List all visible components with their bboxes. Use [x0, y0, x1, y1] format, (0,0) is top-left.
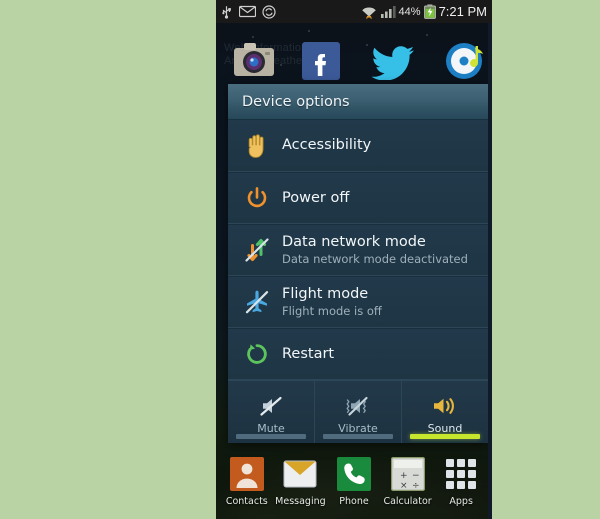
dock-label: Contacts: [225, 496, 268, 507]
page-root: Web Informationz.com AndroidWeather.com: [0, 0, 600, 519]
twitter-app-icon[interactable]: [371, 46, 415, 84]
option-title: Accessibility: [282, 137, 372, 153]
twitter-bird-icon: [371, 46, 414, 81]
option-restart[interactable]: Restart: [228, 328, 488, 380]
dock-label: Apps: [449, 496, 473, 507]
facebook-icon: [302, 42, 340, 80]
contacts-icon: [228, 455, 266, 493]
mute-icon: [259, 393, 284, 419]
dock-label: Messaging: [275, 496, 326, 507]
apps-grid-icon: [442, 455, 480, 493]
sound-mode-vibrate[interactable]: Vibrate: [314, 381, 401, 443]
dock-label: Phone: [339, 496, 369, 507]
phone-icon: [335, 455, 373, 493]
option-data-network-mode-texts: Data network mode Data network mode deac…: [282, 234, 468, 266]
camera-app-icon[interactable]: [232, 40, 276, 84]
status-bar-left-icons: [220, 4, 360, 19]
sound-mode-underline: [236, 434, 306, 439]
camera-icon: [234, 43, 274, 76]
dialog-body: Accessibility Power off Data network mod…: [228, 120, 488, 443]
dock-item-messaging[interactable]: Messaging: [275, 455, 326, 507]
restart-icon: [242, 339, 272, 369]
sound-mode-mute[interactable]: Mute: [228, 381, 314, 443]
option-data-network-mode[interactable]: Data network mode Data network mode deac…: [228, 224, 488, 276]
svg-text:÷: ÷: [412, 481, 420, 491]
svg-text:+: +: [400, 471, 408, 481]
device-options-dialog: Device options Accessibility Power off D…: [228, 84, 488, 443]
music-player-app-icon[interactable]: [444, 40, 488, 86]
sync-icon: [262, 4, 276, 19]
option-title: Restart: [282, 345, 335, 362]
sound-mode-strip: Mute Vibrate Sound: [228, 380, 488, 443]
phone-right-gutter: [488, 23, 492, 519]
wifi-icon: [361, 7, 376, 19]
music-player-icon: [446, 43, 483, 79]
svg-text:−: −: [412, 471, 420, 481]
option-subtitle: Flight mode is off: [282, 304, 382, 318]
dock-item-phone[interactable]: Phone: [329, 455, 379, 507]
option-restart-texts: Restart: [282, 346, 334, 363]
option-flight-mode[interactable]: Flight mode Flight mode is off: [228, 276, 488, 328]
option-title: Flight mode: [282, 286, 369, 302]
power-off-icon: [242, 183, 272, 213]
signal-bars-icon: [380, 6, 396, 18]
option-accessibility[interactable]: Accessibility: [228, 120, 488, 172]
calculator-icon: + − × ÷: [389, 455, 427, 493]
svg-text:×: ×: [400, 481, 408, 491]
battery-charging-icon: [423, 4, 436, 19]
home-dock: Contacts Messaging Phone + − × ÷ Calcula…: [216, 451, 492, 519]
facebook-app-icon[interactable]: [302, 42, 340, 84]
option-title: Data network mode: [282, 234, 426, 250]
option-title: Power off: [282, 189, 350, 206]
option-subtitle: Data network mode deactivated: [282, 252, 468, 266]
flight-mode-icon: [242, 287, 272, 317]
battery-percent-label: 44%: [398, 5, 421, 18]
dialog-title-bar: Device options: [228, 84, 488, 120]
dock-label: Calculator: [383, 496, 432, 507]
sound-mode-underline: [410, 434, 480, 439]
option-power-off[interactable]: Power off: [228, 172, 488, 224]
usb-icon: [222, 5, 231, 19]
dock-item-calculator[interactable]: + − × ÷ Calculator: [383, 455, 433, 507]
accessibility-hand-icon: [242, 131, 272, 161]
sound-mode-underline: [323, 434, 393, 439]
vibrate-icon: [344, 393, 372, 419]
messaging-icon: [281, 455, 319, 493]
email-icon: [239, 5, 256, 18]
status-bar-clock: 7:21 PM: [438, 4, 487, 19]
dialog-title-label: Device options: [242, 93, 350, 110]
data-network-mode-icon: [242, 235, 272, 265]
sound-icon: [431, 393, 459, 419]
status-bar-right-icons: 44% 7:21 PM: [360, 4, 488, 19]
phone-screenshot: Web Informationz.com AndroidWeather.com: [216, 0, 492, 519]
option-flight-mode-texts: Flight mode Flight mode is off: [282, 286, 382, 318]
option-accessibility-texts: Accessibility: [282, 137, 371, 154]
status-bar: 44% 7:21 PM: [216, 0, 492, 23]
home-screen-app-row: [216, 40, 492, 86]
dock-item-contacts[interactable]: Contacts: [222, 455, 272, 507]
sound-mode-sound[interactable]: Sound: [401, 381, 488, 443]
dock-item-apps[interactable]: Apps: [436, 455, 486, 507]
option-power-off-texts: Power off: [282, 190, 349, 207]
